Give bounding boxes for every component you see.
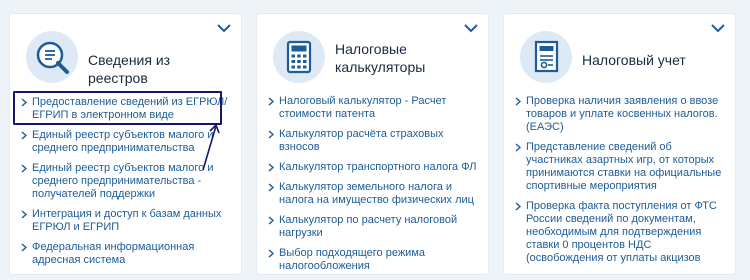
chevron-right-icon	[515, 202, 522, 211]
card-tax-calculators: Налоговые калькуляторы Налоговый калькул…	[257, 14, 488, 274]
card-title: Налоговый учет	[582, 52, 686, 68]
chevron-right-icon	[21, 131, 28, 140]
link-text[interactable]: Калькулятор по расчету налоговой нагрузк…	[279, 214, 479, 240]
chevron-down-icon[interactable]	[711, 23, 725, 33]
list-item[interactable]: Калькулятор расчёта страховых взносов	[267, 128, 479, 154]
list-item[interactable]: Калькулятор транспортного налога ФЛ	[267, 161, 479, 174]
chevron-right-icon	[21, 210, 28, 219]
list-item[interactable]: Налоговый калькулятор - Расчет стоимости…	[267, 95, 479, 121]
link-text[interactable]: Проверка факта поступления от ФТС России…	[526, 200, 726, 265]
list-item[interactable]: Выбор подходящего режима налогообложения	[267, 247, 479, 273]
calculator-icon	[273, 31, 325, 83]
chevron-right-icon	[21, 243, 28, 252]
link-text[interactable]: Интеграция и доступ к базам данных ЕГРЮЛ…	[32, 208, 232, 234]
chevron-right-icon	[268, 216, 275, 225]
chevron-down-icon[interactable]	[464, 23, 478, 33]
chevron-down-icon[interactable]	[217, 23, 231, 33]
list-item[interactable]: Проверка факта поступления от ФТС России…	[514, 200, 726, 265]
card-title: Сведения из реестров	[88, 52, 171, 86]
list-item[interactable]: Интеграция и доступ к базам данных ЕГРЮЛ…	[20, 208, 232, 234]
chevron-right-icon	[268, 183, 275, 192]
link-text[interactable]: Представление сведений об участниках аза…	[526, 141, 726, 193]
list-item[interactable]: Калькулятор земельного налога и налога н…	[267, 181, 479, 207]
link-text[interactable]: Проверка наличия заявления о ввозе товар…	[526, 95, 726, 134]
link-list: Проверка наличия заявления о ввозе товар…	[514, 95, 726, 272]
list-item[interactable]: Проверка наличия заявления о ввозе товар…	[514, 95, 726, 134]
annotation-arrow-icon	[202, 123, 220, 171]
link-text[interactable]: Выбор подходящего режима налогообложения	[279, 247, 479, 273]
chevron-right-icon	[515, 143, 522, 152]
chevron-right-icon	[268, 249, 275, 258]
link-text[interactable]: Федеральная информационная адресная сист…	[32, 241, 232, 267]
chevron-right-icon	[268, 97, 275, 106]
link-text[interactable]: Калькулятор расчёта страховых взносов	[279, 128, 479, 154]
chevron-right-icon	[515, 97, 522, 106]
chevron-right-icon	[268, 163, 275, 172]
link-text[interactable]: Калькулятор транспортного налога ФЛ	[279, 161, 479, 174]
tax-document-icon	[520, 31, 572, 83]
search-document-icon	[26, 31, 78, 83]
link-text[interactable]: Калькулятор земельного налога и налога н…	[279, 181, 479, 207]
card-tax-accounting: Налоговый учет Проверка наличия заявлени…	[504, 14, 735, 274]
link-text[interactable]: Налоговый калькулятор - Расчет стоимости…	[279, 95, 479, 121]
list-item[interactable]: Федеральная информационная адресная сист…	[20, 241, 232, 267]
chevron-right-icon	[268, 130, 275, 139]
highlight-box	[13, 91, 222, 125]
list-item[interactable]: Калькулятор по расчету налоговой нагрузк…	[267, 214, 479, 240]
card-title: Налоговые калькуляторы	[335, 41, 426, 75]
chevron-right-icon	[21, 164, 28, 173]
link-list: Налоговый калькулятор - Расчет стоимости…	[267, 95, 479, 280]
list-item[interactable]: Представление сведений об участниках аза…	[514, 141, 726, 193]
